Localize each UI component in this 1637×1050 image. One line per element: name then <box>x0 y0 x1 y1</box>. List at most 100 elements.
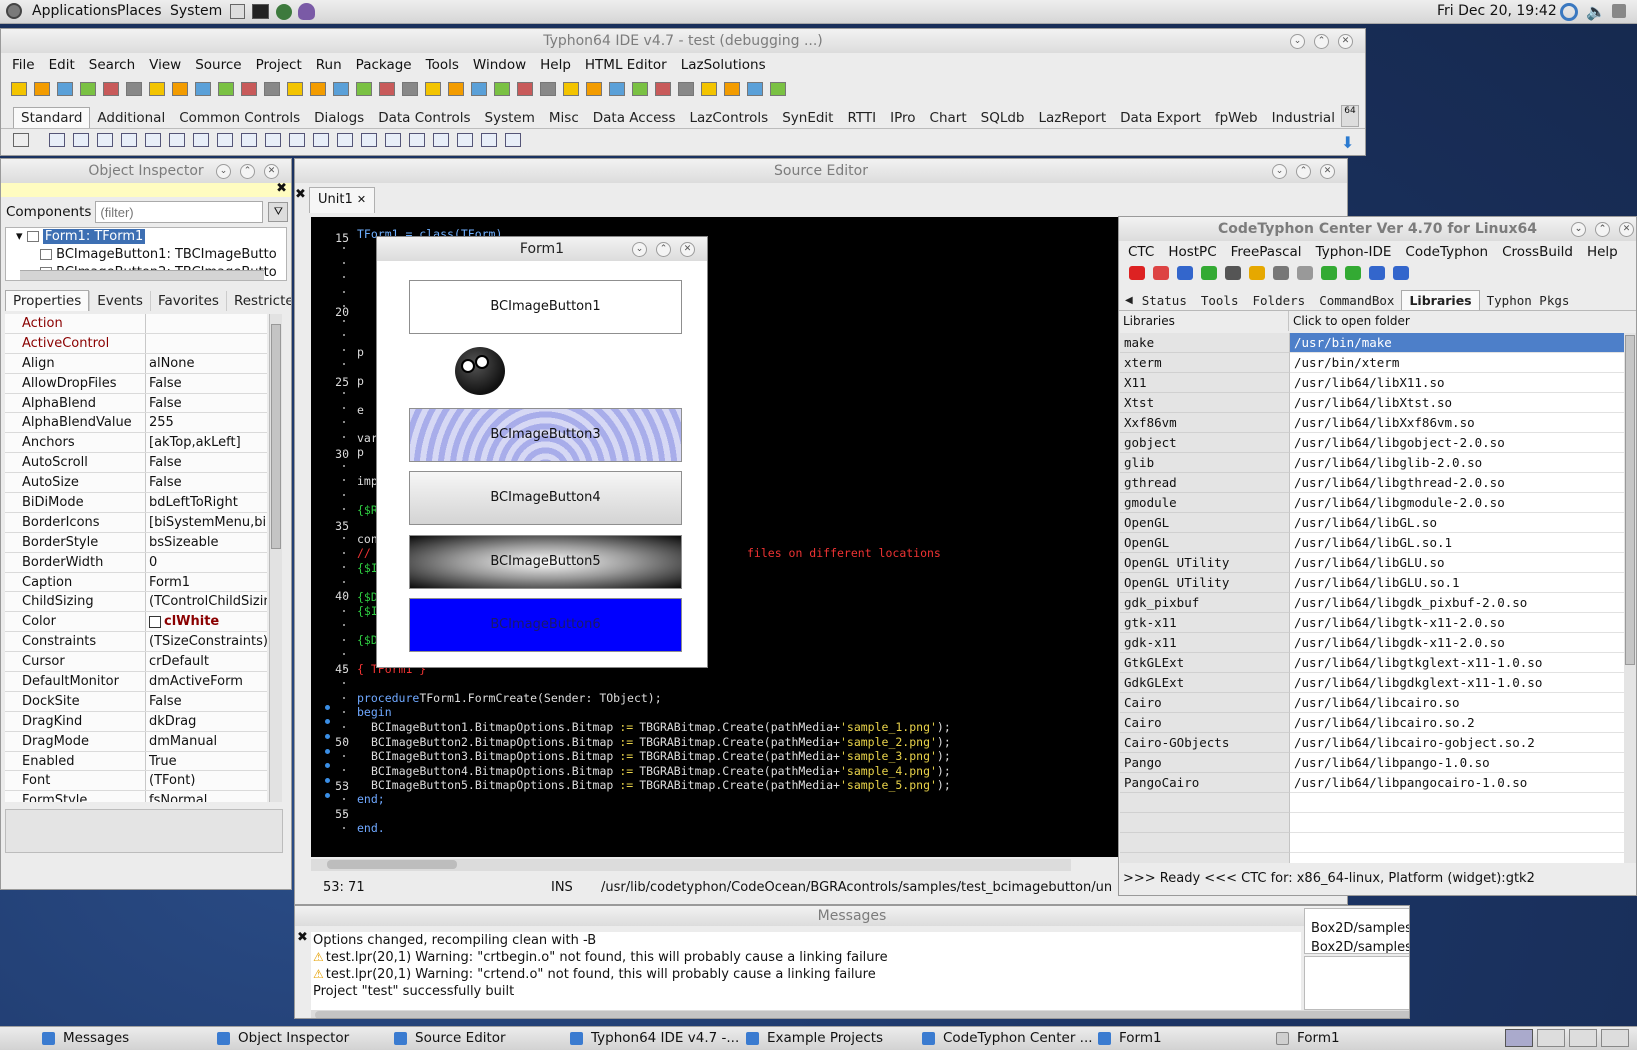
property-row[interactable]: DragKind dkDrag <box>5 711 267 732</box>
ctc-toolbar-icon[interactable] <box>1153 265 1169 280</box>
close-icon[interactable]: ✕ <box>1320 164 1335 179</box>
component-icon[interactable] <box>73 132 89 147</box>
toolbar-icon[interactable] <box>195 81 211 96</box>
ctc-toolbar-icon[interactable] <box>1177 265 1193 280</box>
minimize-icon[interactable]: ⌄ <box>216 164 231 179</box>
workspace-2-icon[interactable] <box>1537 1029 1565 1047</box>
ctc-toolbar-icon[interactable] <box>1201 265 1217 280</box>
library-row[interactable]: OpenGL/usr/lib64/libGL.so <box>1120 513 1624 533</box>
example-project-item[interactable]: Box2D/samples/a_BaseTest/Simple.lpi <box>1305 919 1409 938</box>
message-line[interactable]: ⚠ test.lpr(20,1) Warning: "crtbegin.o" no… <box>311 949 1301 966</box>
palette-tab-synedit[interactable]: SynEdit <box>775 108 840 128</box>
close-icon[interactable]: ✕ <box>680 242 695 257</box>
property-row[interactable]: DefaultMonitor dmActiveForm <box>5 672 267 692</box>
ctc-menu-codetyphon[interactable]: CodeTyphon <box>1398 244 1495 260</box>
property-row[interactable]: Align alNone <box>5 353 267 374</box>
palette-tab-data-access[interactable]: Data Access <box>586 108 683 128</box>
library-row[interactable]: X11/usr/lib64/libX11.so <box>1120 373 1624 393</box>
component-icon[interactable] <box>145 132 161 147</box>
ide-menu-source[interactable]: Source <box>188 57 248 73</box>
bcimagebutton6[interactable]: BCImageButton6 <box>409 598 682 652</box>
tree-item[interactable]: BCImageButton1: TBCImageButto <box>6 246 286 264</box>
library-path[interactable]: /usr/lib64/libXxf86vm.so <box>1290 413 1624 433</box>
property-value[interactable]: False <box>146 453 267 472</box>
property-value[interactable]: 255 <box>146 413 267 432</box>
component-icon[interactable] <box>481 132 497 147</box>
ctc-tab-folders[interactable]: Folders <box>1246 291 1313 310</box>
ide-menu-run[interactable]: Run <box>309 57 349 73</box>
component-icon[interactable] <box>385 132 401 147</box>
library-row[interactable]: OpenGL UTility/usr/lib64/libGLU.so <box>1120 553 1624 573</box>
property-value[interactable] <box>146 314 267 333</box>
toolbar-icon[interactable] <box>517 81 533 96</box>
component-icon[interactable] <box>121 132 137 147</box>
close-icon[interactable]: ✖ <box>297 930 308 945</box>
component-icon[interactable] <box>289 132 305 147</box>
ctc-tab-libraries[interactable]: Libraries <box>1401 290 1480 310</box>
property-row[interactable]: Cursor crDefault <box>5 652 267 673</box>
library-row[interactable] <box>1120 813 1624 833</box>
library-row[interactable]: GdkGLExt/usr/lib64/libgdkglext-x11-1.0.s… <box>1120 673 1624 693</box>
toolbar-icon[interactable] <box>241 81 257 96</box>
library-row[interactable] <box>1120 793 1624 813</box>
ide-menu-view[interactable]: View <box>142 57 188 73</box>
toolbar-icon[interactable] <box>379 81 395 96</box>
ctc-menu-freepascal[interactable]: FreePascal <box>1224 244 1309 260</box>
library-row[interactable]: PangoCairo/usr/lib64/libpangocairo-1.0.s… <box>1120 773 1624 793</box>
property-row[interactable]: Enabled True <box>5 751 267 772</box>
toolbar-icon[interactable] <box>218 81 234 96</box>
component-icon[interactable] <box>265 132 281 147</box>
ctc-menu-hostpc[interactable]: HostPC <box>1161 244 1223 260</box>
property-value[interactable]: alNone <box>146 354 267 373</box>
toolbar-icon[interactable] <box>126 81 142 96</box>
property-value[interactable]: (TControlChildSizin <box>146 592 267 611</box>
library-path[interactable]: /usr/lib64/libXtst.so <box>1290 393 1624 413</box>
property-value[interactable]: [akTop,akLeft] <box>146 433 267 452</box>
component-icon[interactable] <box>505 132 521 147</box>
ctc-toolbar-icon[interactable] <box>1249 265 1265 280</box>
toolbar-icon[interactable] <box>149 81 165 96</box>
library-row[interactable]: xterm/usr/bin/xterm <box>1120 353 1624 373</box>
minimize-icon[interactable]: ⌄ <box>1571 222 1586 237</box>
library-path[interactable]: /usr/lib64/libgmodule-2.0.so <box>1290 493 1624 513</box>
library-path[interactable]: /usr/lib64/libGL.so.1 <box>1290 533 1624 553</box>
library-path[interactable]: /usr/lib64/libgdk_pixbuf-2.0.so <box>1290 593 1624 613</box>
library-row[interactable]: Xxf86vm/usr/lib64/libXxf86vm.so <box>1120 413 1624 433</box>
toolbar-icon[interactable] <box>425 81 441 96</box>
tab-scroll-left-icon[interactable]: ◀ <box>1123 291 1135 310</box>
component-icon[interactable] <box>361 132 377 147</box>
gnome-foot-icon[interactable] <box>6 3 22 19</box>
property-value[interactable]: (TFont) <box>146 771 267 790</box>
components-filter-input[interactable] <box>95 201 264 223</box>
taskbar-item[interactable]: Source Editor <box>394 1030 506 1046</box>
toolbar-icon[interactable] <box>494 81 510 96</box>
minimize-icon[interactable]: ⌄ <box>1290 34 1305 49</box>
component-icon[interactable] <box>97 132 113 147</box>
palette-tab-ipro[interactable]: IPro <box>883 108 922 128</box>
toolbar-icon[interactable] <box>103 81 119 96</box>
library-row[interactable]: glib/usr/lib64/libglib-2.0.so <box>1120 453 1624 473</box>
library-row[interactable]: Pango/usr/lib64/libpango-1.0.so <box>1120 753 1624 773</box>
minimize-icon[interactable]: ⌄ <box>632 242 647 257</box>
taskbar-item[interactable]: Form1 <box>1098 1030 1162 1046</box>
palette-tab-industrial[interactable]: Industrial <box>1265 108 1342 128</box>
toolbar-icon[interactable] <box>678 81 694 96</box>
toolbar-icon[interactable] <box>724 81 740 96</box>
palette-tab-data-export[interactable]: Data Export <box>1113 108 1208 128</box>
library-path[interactable]: /usr/bin/make <box>1290 333 1624 353</box>
property-value[interactable] <box>146 334 267 353</box>
library-row[interactable]: GtkGLExt/usr/lib64/libgtkglext-x11-1.0.s… <box>1120 653 1624 673</box>
library-path[interactable]: /usr/lib64/libgdkglext-x11-1.0.so <box>1290 673 1624 693</box>
places-menu[interactable]: Places <box>117 3 162 19</box>
palette-tab-system[interactable]: System <box>478 108 542 128</box>
ctc-toolbar-icon[interactable] <box>1369 265 1385 280</box>
property-row[interactable]: AllowDropFiles False <box>5 373 267 394</box>
library-row[interactable]: OpenGL/usr/lib64/libGL.so.1 <box>1120 533 1624 553</box>
close-icon[interactable]: ✕ <box>1619 222 1634 237</box>
bcimagebutton3[interactable]: BCImageButton3 <box>409 408 682 462</box>
property-value[interactable]: 0 <box>146 553 267 572</box>
tree-item[interactable]: ▾ Form1: TForm1 <box>6 228 286 246</box>
property-row[interactable]: ChildSizing (TControlChildSizin <box>5 592 267 613</box>
property-value[interactable]: clWhite <box>146 612 267 631</box>
library-path[interactable]: /usr/lib64/libGLU.so <box>1290 553 1624 573</box>
